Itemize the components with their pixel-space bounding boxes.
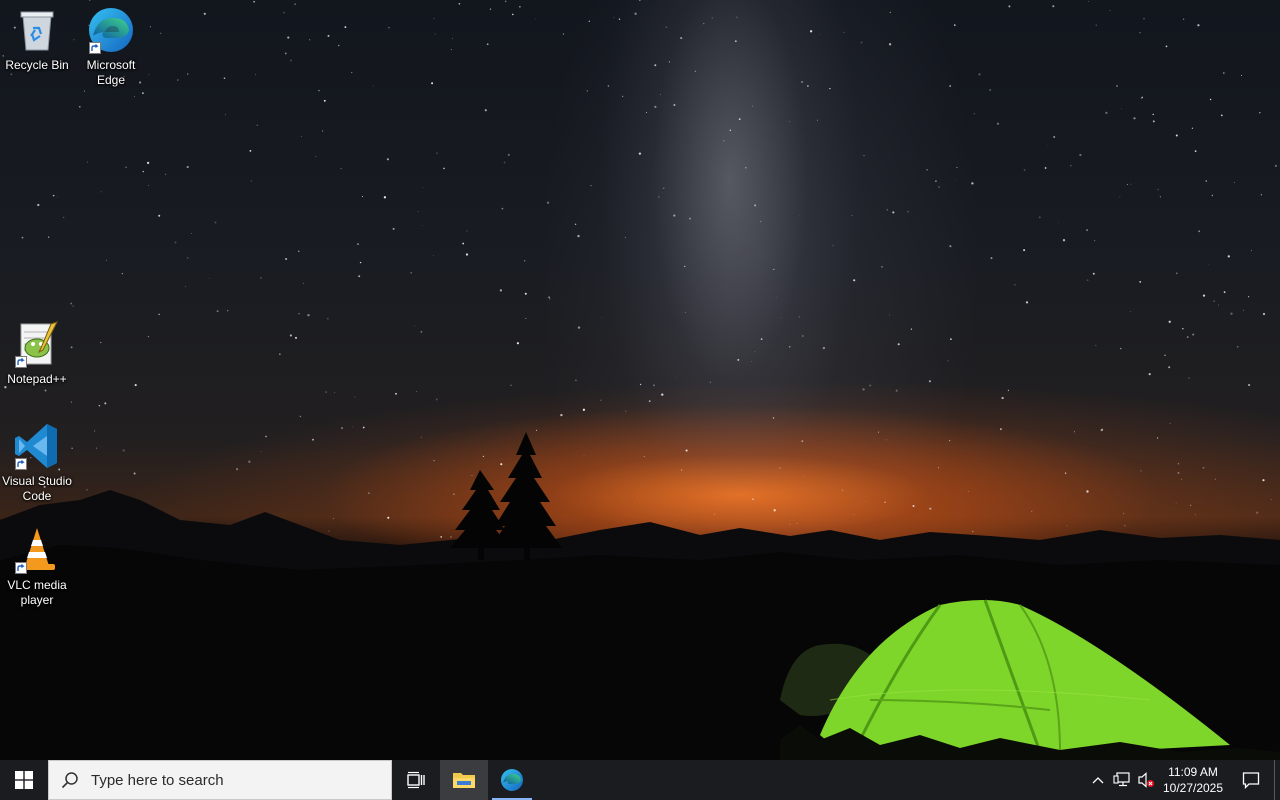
microsoft-edge-label: Microsoft Edge bbox=[86, 58, 136, 87]
chevron-up-icon bbox=[1092, 777, 1104, 784]
recycle-bin-icon bbox=[13, 6, 61, 54]
windows-logo-icon bbox=[15, 771, 33, 789]
task-view-button[interactable] bbox=[392, 760, 440, 800]
desktop-icon-microsoft-edge[interactable]: Microsoft Edge bbox=[74, 6, 148, 88]
desktop-icon-vlc-media-player[interactable]: VLC media player bbox=[0, 526, 74, 608]
start-button[interactable] bbox=[0, 760, 48, 800]
shortcut-arrow-icon bbox=[15, 458, 27, 470]
taskbar-file-explorer[interactable] bbox=[440, 760, 488, 800]
shortcut-arrow-icon bbox=[15, 562, 27, 574]
search-icon bbox=[61, 772, 78, 789]
network-button[interactable] bbox=[1110, 760, 1134, 800]
visual-studio-code-label: Visual Studio Code bbox=[2, 474, 72, 503]
vlc-cone-icon bbox=[13, 526, 61, 574]
visual-studio-code-icon bbox=[13, 422, 61, 470]
shortcut-arrow-icon bbox=[15, 356, 27, 368]
clock-date: 10/27/2025 bbox=[1162, 781, 1224, 795]
desktop-wallpaper[interactable] bbox=[0, 0, 1280, 760]
search-placeholder: Type here to search bbox=[91, 771, 224, 789]
recycle-bin-label: Recycle Bin bbox=[5, 58, 69, 72]
notepad-plus-plus-icon bbox=[13, 320, 61, 368]
network-icon bbox=[1113, 772, 1130, 787]
volume-button[interactable] bbox=[1134, 760, 1158, 800]
desktop-icon-notepad-plus-plus[interactable]: Notepad++ bbox=[0, 320, 74, 387]
taskbar-search-box[interactable]: Type here to search bbox=[48, 760, 392, 800]
microsoft-edge-icon bbox=[87, 6, 135, 54]
taskbar-microsoft-edge[interactable] bbox=[488, 760, 536, 800]
system-tray: 11:09 AM 10/27/2025 bbox=[1086, 760, 1280, 800]
vlc-media-player-label: VLC media player bbox=[7, 578, 67, 607]
landscape-silhouette bbox=[0, 432, 1280, 760]
notepad-plus-plus-label: Notepad++ bbox=[7, 372, 67, 386]
clock-time: 11:09 AM bbox=[1168, 765, 1218, 779]
file-explorer-icon bbox=[453, 773, 475, 788]
show-hidden-icons-button[interactable] bbox=[1086, 760, 1110, 800]
action-center-button[interactable] bbox=[1228, 760, 1274, 800]
shortcut-arrow-icon bbox=[89, 42, 101, 54]
desktop-icon-visual-studio-code[interactable]: Visual Studio Code bbox=[0, 422, 74, 504]
desktop-icon-recycle-bin[interactable]: Recycle Bin bbox=[0, 6, 74, 73]
taskbar: Type here to search 11:09 AM 10/27/2025 bbox=[0, 760, 1280, 800]
volume-muted-icon bbox=[1138, 772, 1154, 788]
notification-icon bbox=[1242, 772, 1260, 789]
taskbar-clock[interactable]: 11:09 AM 10/27/2025 bbox=[1158, 760, 1228, 800]
task-view-icon bbox=[407, 771, 425, 789]
microsoft-edge-icon bbox=[501, 769, 523, 791]
show-desktop-button[interactable] bbox=[1274, 760, 1280, 800]
